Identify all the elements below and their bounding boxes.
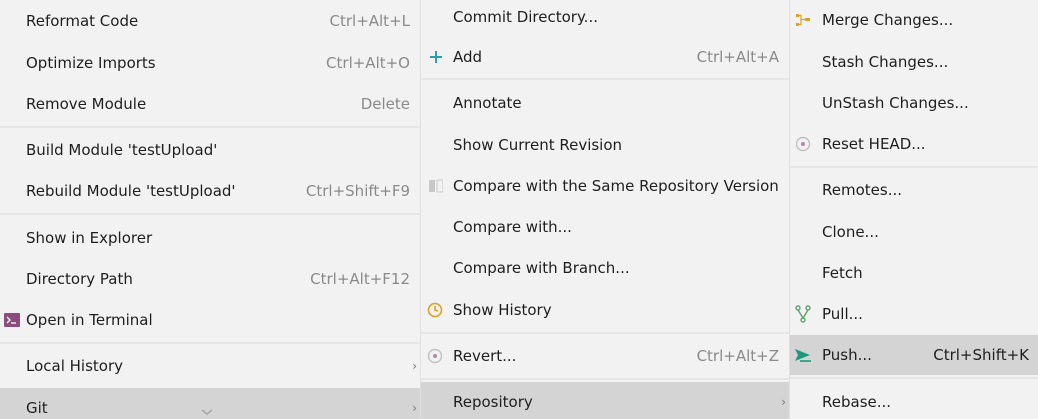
pull-icon xyxy=(794,305,812,323)
menu-separator xyxy=(0,213,420,215)
menu-item-label: Revert... xyxy=(453,347,517,365)
menu-item-revert[interactable]: Revert... Ctrl+Alt+Z xyxy=(421,336,789,376)
menu-item-label: Annotate xyxy=(453,94,522,112)
menu-item-label: Add xyxy=(453,48,483,66)
submenu-arrow-icon: › xyxy=(412,359,417,373)
menu-item-shortcut: Ctrl+Shift+K xyxy=(933,346,1029,364)
menu-item-rebase[interactable]: Rebase... xyxy=(790,382,1038,419)
menu-item-label: Directory Path xyxy=(26,270,133,288)
menu-item-show-in-explorer[interactable]: Show in Explorer xyxy=(0,218,420,258)
menu-item-optimize-imports[interactable]: Optimize Imports Ctrl+Alt+O xyxy=(0,43,420,83)
menu-item-shortcut: Delete xyxy=(360,95,410,113)
menu-item-label: Push... xyxy=(822,346,872,364)
menu-item-rebuild-module[interactable]: Rebuild Module 'testUpload' Ctrl+Shift+F… xyxy=(0,171,420,211)
menu-separator xyxy=(421,378,789,380)
terminal-icon xyxy=(3,311,21,329)
menu-item-remove-module[interactable]: Remove Module Delete xyxy=(0,84,420,124)
menu-item-label: Commit Directory... xyxy=(453,8,598,26)
menu-item-label: Compare with... xyxy=(453,218,572,236)
menu-item-shortcut: Ctrl+Alt+F12 xyxy=(310,270,410,288)
scroll-down-icon[interactable] xyxy=(200,407,214,417)
menu-item-label: Reformat Code xyxy=(26,12,139,30)
menu-item-local-history[interactable]: Local History › xyxy=(0,346,420,386)
menu-separator xyxy=(0,342,420,344)
menu-item-label: Merge Changes... xyxy=(822,11,954,29)
menu-item-label: Compare with the Same Repository Version xyxy=(453,177,779,195)
menu-item-stash-changes[interactable]: Stash Changes... xyxy=(790,42,1038,82)
menu-item-build-module[interactable]: Build Module 'testUpload' xyxy=(0,130,420,170)
menu-item-directory-path[interactable]: Directory Path Ctrl+Alt+F12 xyxy=(0,259,420,299)
menu-separator xyxy=(421,78,789,80)
menu-item-fetch[interactable]: Fetch xyxy=(790,253,1038,293)
history-icon xyxy=(426,301,444,319)
menu-item-label: Optimize Imports xyxy=(26,54,156,72)
menu-item-annotate[interactable]: Annotate xyxy=(421,83,789,123)
menu-item-clone[interactable]: Clone... xyxy=(790,212,1038,252)
menu-item-label: Stash Changes... xyxy=(822,53,949,71)
menu-item-label: Open in Terminal xyxy=(26,311,153,329)
merge-icon xyxy=(794,11,812,29)
menu-item-label: Git xyxy=(26,399,48,417)
menu-item-label: Remove Module xyxy=(26,95,147,113)
context-menu: Reformat Code Ctrl+Alt+L Optimize Import… xyxy=(0,0,420,419)
submenu-arrow-icon: › xyxy=(412,401,417,415)
menu-item-show-history[interactable]: Show History xyxy=(421,290,789,330)
push-icon xyxy=(794,346,812,364)
menu-item-label: Show History xyxy=(453,301,552,319)
menu-item-reformat-code[interactable]: Reformat Code Ctrl+Alt+L xyxy=(0,1,420,41)
menu-item-reset-head[interactable]: Reset HEAD... xyxy=(790,124,1038,164)
submenu-arrow-icon: › xyxy=(781,395,786,409)
compare-icon xyxy=(427,177,445,195)
revert-icon xyxy=(426,347,444,365)
menu-item-label: Clone... xyxy=(822,223,879,241)
reset-icon xyxy=(794,135,812,153)
menu-item-label: Fetch xyxy=(822,264,863,282)
menu-item-show-current-revision[interactable]: Show Current Revision xyxy=(421,125,789,165)
plus-icon xyxy=(427,48,445,66)
menu-separator xyxy=(421,332,789,334)
menu-item-shortcut: Ctrl+Alt+A xyxy=(696,48,779,66)
menu-separator xyxy=(790,166,1038,168)
menu-item-label: Rebase... xyxy=(822,393,892,411)
menu-item-compare-with[interactable]: Compare with... xyxy=(421,207,789,247)
menu-item-shortcut: Ctrl+Shift+F9 xyxy=(305,182,410,200)
git-submenu: Commit Directory... Add Ctrl+Alt+A Annot… xyxy=(420,0,789,419)
menu-item-label: Compare with Branch... xyxy=(453,259,630,277)
menu-item-pull[interactable]: Pull... xyxy=(790,294,1038,334)
menu-item-label: Local History xyxy=(26,357,124,375)
menu-item-push[interactable]: Push... Ctrl+Shift+K xyxy=(790,335,1038,375)
menu-item-label: Pull... xyxy=(822,305,863,323)
menu-item-add[interactable]: Add Ctrl+Alt+A xyxy=(421,37,789,77)
menu-item-label: Build Module 'testUpload' xyxy=(26,141,218,159)
menu-item-label: Remotes... xyxy=(822,181,902,199)
menu-item-compare-with-branch[interactable]: Compare with Branch... xyxy=(421,248,789,288)
menu-item-shortcut: Ctrl+Alt+O xyxy=(326,54,410,72)
menu-item-repository[interactable]: Repository › xyxy=(421,382,789,419)
menu-separator xyxy=(790,377,1038,379)
menu-item-label: Repository xyxy=(453,393,533,411)
menu-separator xyxy=(0,126,420,128)
menu-item-label: Show in Explorer xyxy=(26,229,153,247)
menu-item-unstash-changes[interactable]: UnStash Changes... xyxy=(790,83,1038,123)
menu-item-merge-changes[interactable]: Merge Changes... xyxy=(790,0,1038,40)
menu-item-label: Rebuild Module 'testUpload' xyxy=(26,182,236,200)
menu-item-commit-directory[interactable]: Commit Directory... xyxy=(421,0,789,37)
menu-item-shortcut: Ctrl+Alt+L xyxy=(329,12,411,30)
menu-item-label: UnStash Changes... xyxy=(822,94,969,112)
menu-item-open-in-terminal[interactable]: Open in Terminal xyxy=(0,300,420,340)
menu-item-remotes[interactable]: Remotes... xyxy=(790,170,1038,210)
repository-submenu: Merge Changes... Stash Changes... UnStas… xyxy=(789,0,1038,419)
menu-item-shortcut: Ctrl+Alt+Z xyxy=(696,347,779,365)
menu-item-label: Show Current Revision xyxy=(453,136,623,154)
menu-item-label: Reset HEAD... xyxy=(822,135,926,153)
menu-item-compare-same-repo[interactable]: Compare with the Same Repository Version xyxy=(421,166,789,206)
